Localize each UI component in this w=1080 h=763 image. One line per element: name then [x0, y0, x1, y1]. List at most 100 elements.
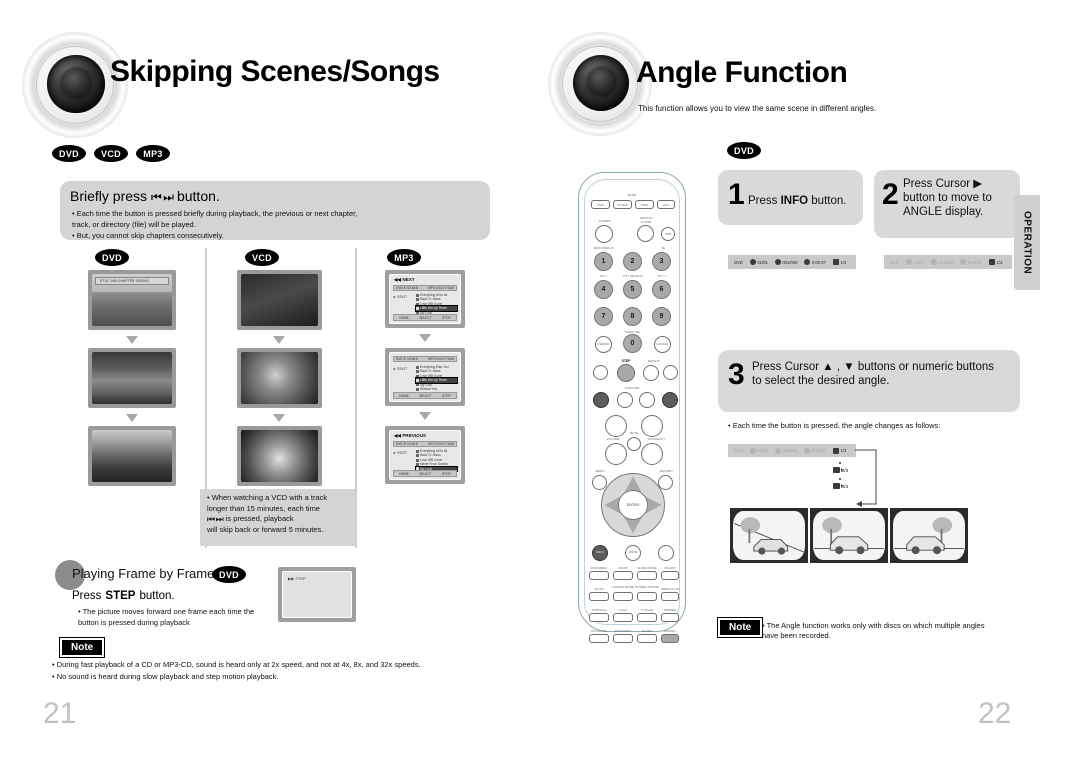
- osd-cycle-title: 01/01: [749, 447, 768, 454]
- remote-extra-button[interactable]: [658, 545, 674, 561]
- remote-fn-logo-label: LOGO: [618, 608, 628, 612]
- vcd-note-line-4: will skip back or forward 5 minutes.: [207, 524, 324, 534]
- step-3-bullet: • Each time the button is pressed, the a…: [728, 421, 941, 430]
- remote-remain-label: REMAIN: [597, 342, 610, 346]
- mp3-screen-3: ◀◀ PREVIOUS DVD-R 02:48:8 MP3 0:04:07 SA…: [385, 426, 465, 484]
- remote-fn-tuning-mode-label: TUNING MODE: [612, 585, 634, 589]
- remote-power-button[interactable]: [595, 225, 613, 243]
- cone-driver: [47, 55, 105, 113]
- remote-cancel-label: CANCEL: [656, 342, 669, 346]
- remote-fn-slow[interactable]: [589, 592, 609, 601]
- osd-chapter-indicator-dim: 001/040: [930, 259, 953, 265]
- remote-volume-label: VOLUME: [606, 437, 620, 441]
- remote-repeat-button[interactable]: [643, 365, 659, 381]
- remote-forward-button[interactable]: [663, 365, 678, 380]
- remote-key-3[interactable]: 3: [652, 252, 671, 271]
- car-angle-scene-3: [893, 511, 965, 560]
- cycle-dot-2: [839, 478, 841, 480]
- right-page-number: 22: [978, 697, 1012, 730]
- osd-cycle-angle: 1/3: [832, 447, 846, 454]
- remote-volume-down-button[interactable]: [605, 443, 627, 465]
- remote-fn-title-disc-label: TITLE/DISC: [614, 629, 632, 633]
- remote-open-close-button[interactable]: [637, 225, 654, 242]
- remote-step-label: STEP: [621, 359, 631, 363]
- frame-bullet-1: • The picture moves forward one frame ea…: [78, 607, 255, 616]
- flow-arrow-vcd-1: [273, 336, 285, 344]
- osd-cycle-disc: DVD: [734, 448, 743, 453]
- remote-fn-dsp-eq[interactable]: [661, 634, 679, 643]
- remote-fn-p-scan[interactable]: [637, 613, 657, 622]
- remote-key-7[interactable]: 7: [594, 307, 613, 326]
- mp3-file-list-3: Everything All In All Back To Jesus Love…: [414, 449, 458, 475]
- right-page-subtitle: This function allows you to view the sam…: [638, 104, 877, 113]
- remote-key-8[interactable]: 8: [623, 307, 642, 326]
- remote-display-label: DISPLAY CLOSE: [639, 216, 653, 224]
- frame-instruction: Press STEP button.: [72, 590, 175, 602]
- remote-step-button[interactable]: [617, 364, 635, 382]
- angle-cycle-list: 2/3 3/3: [833, 462, 848, 494]
- remote-fn-tuning-mode[interactable]: [613, 592, 633, 601]
- remote-key-0[interactable]: 0: [623, 334, 642, 353]
- remote-mute-button[interactable]: [627, 437, 641, 451]
- skip-heading-post: button.: [176, 188, 220, 204]
- remote-fn-power-sound[interactable]: [637, 592, 657, 601]
- remote-fn-pn-mode[interactable]: [589, 634, 609, 643]
- remote-rds-display-label: RDS DISPLAY: [593, 246, 615, 250]
- vcd-scene-2: [241, 352, 318, 404]
- column-badge-mp3: MP3: [387, 249, 421, 266]
- frame-section-badge-dvd: DVD: [212, 566, 246, 583]
- remote-key-2[interactable]: 2: [623, 252, 642, 271]
- remote-fn-title-disc[interactable]: [613, 634, 633, 643]
- left-note-badge: Note: [60, 638, 105, 657]
- remote-tuning-down-button[interactable]: [641, 443, 663, 465]
- remote-fn-sleep[interactable]: [637, 634, 657, 643]
- car-angle-scene-2: [813, 511, 885, 560]
- mp3-previous-label-3: ◀◀ PREVIOUS: [394, 433, 427, 438]
- remote-key-9[interactable]: 9: [652, 307, 671, 326]
- remote-fn-digest[interactable]: [661, 571, 679, 580]
- remote-key-1[interactable]: 1: [594, 252, 613, 271]
- remote-tuning-label: TUNING/CH: [647, 437, 665, 441]
- mp3-file-list-2: Everything Else You Back To Jesus Love W…: [414, 365, 458, 391]
- step-3-number: 3: [728, 358, 745, 391]
- left-note-bullets: • During fast playback of a CD or MP3-CD…: [52, 659, 522, 683]
- osd-bar-dimmed: DVD 01/01 001/040 0:00:37 1/3: [884, 255, 1012, 269]
- remote-fn-slide-mode[interactable]: [637, 571, 657, 580]
- remote-rewind-button[interactable]: [593, 365, 608, 380]
- column-separator-2: [355, 248, 357, 548]
- remote-control: BAND DVD TUNER TAPE AUX POWER DISPLAY CLO…: [578, 172, 686, 643]
- mp3-list-2: DVD-R 02:48:8 MP3 0:04:07 SAM ► ROOT Eve…: [389, 352, 461, 402]
- dvd-screen-2: [88, 348, 176, 408]
- vcd-screen-1: [237, 270, 322, 330]
- remote-key-5[interactable]: 5: [623, 280, 642, 299]
- osd-bar-active: DVD 01/01 001/040 0:00:37 1/3: [728, 255, 856, 269]
- left-note-bullet-2: • No sound is heard during slow playback…: [52, 672, 279, 681]
- remote-cursor-pad[interactable]: ENTER: [601, 473, 665, 537]
- remote-prev-track-button[interactable]: [593, 392, 609, 408]
- remote-fn-digest-label: DIGEST: [664, 566, 676, 570]
- remote-fn-dvd-menu-label: DVD MENU: [590, 566, 608, 570]
- remote-fn-logo[interactable]: [613, 613, 633, 622]
- remote-key-6[interactable]: 6: [652, 280, 671, 299]
- remote-fn-dvd-menu[interactable]: [589, 571, 609, 580]
- remote-fn-zoom[interactable]: [613, 571, 633, 580]
- remote-fn-repeat-ab[interactable]: [661, 592, 679, 601]
- remote-fn-p-scan-label: P. SCAN: [641, 608, 653, 612]
- remote-mode-label: MODE: [628, 550, 638, 554]
- remote-stop-button[interactable]: [617, 392, 633, 408]
- remote-play-pause-button[interactable]: [639, 392, 655, 408]
- remote-fn-power-sound-label: POWER SOUND: [635, 585, 659, 589]
- remote-key-4[interactable]: 4: [594, 280, 613, 299]
- step-1-info-word: INFO: [780, 195, 809, 207]
- remote-fn-subtitle[interactable]: [589, 613, 609, 622]
- mp3-screen-2: DVD-R 02:48:8 MP3 0:04:07 SAM ► ROOT Eve…: [385, 348, 465, 406]
- skip-bullet-1: • Each time the button is pressed briefl…: [72, 209, 358, 218]
- remote-next-track-button[interactable]: [662, 392, 678, 408]
- remote-tuning-up-button[interactable]: [641, 415, 663, 437]
- remote-fn-subtitle-label: SUBTITLE: [591, 608, 607, 612]
- remote-fn-dimmer[interactable]: [661, 613, 679, 622]
- osd-time-indicator-dim: 0:00:37: [960, 259, 982, 265]
- car-angle-screen-3: [890, 508, 968, 563]
- remote-enter-button[interactable]: ENTER: [618, 490, 648, 520]
- step-2-line-1: Press Cursor ▶: [903, 178, 983, 190]
